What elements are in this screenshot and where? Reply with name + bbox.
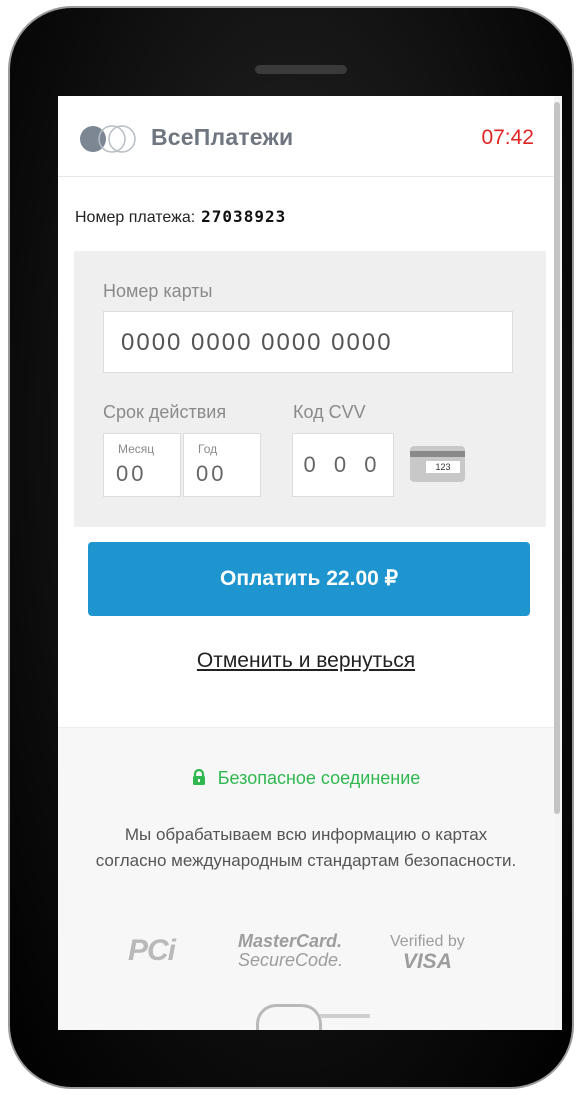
cvv-input[interactable]: 0 0 0 xyxy=(292,433,394,497)
security-footer: Безопасное соединение Мы обрабатываем вс… xyxy=(58,727,554,1030)
brand-logo-icon xyxy=(80,125,136,153)
cancel-link[interactable]: Отменить и вернуться xyxy=(58,649,554,673)
security-note-line1: Мы обрабатываем всю информацию о картах xyxy=(124,825,488,844)
mastercard-logo-line2: SecureCode. xyxy=(238,950,344,970)
lock-icon xyxy=(192,769,205,785)
payment-number-value: 27038923 xyxy=(201,207,287,226)
security-note-line2: согласно международным стандартам безопа… xyxy=(95,851,517,870)
card-number-label: Номер карты xyxy=(103,281,213,301)
phone-speaker xyxy=(255,65,347,74)
cvv-card-icon: 123 xyxy=(410,446,465,482)
brand-name: ВсеПлатежи xyxy=(151,124,294,150)
security-note: Мы обрабатываем всю информацию о картах … xyxy=(58,822,554,874)
card-form-panel: Номер карты 0000 0000 0000 0000 Срок дей… xyxy=(74,251,546,527)
expiry-month-input[interactable]: Месяц 00 xyxy=(103,433,181,497)
year-placeholder: 00 xyxy=(196,461,227,486)
mir-logo-text xyxy=(320,1014,370,1018)
scrollbar[interactable] xyxy=(554,102,560,814)
security-logos: PCi MasterCard. SecureCode. Verified by … xyxy=(58,928,554,1030)
payment-number-label: Номер платежа: xyxy=(75,209,196,226)
secure-connection-text: Безопасное соединение xyxy=(217,768,421,788)
secure-connection: Безопасное соединение xyxy=(58,768,554,789)
cvv-label: Код CVV xyxy=(293,402,366,422)
main-content: Номер платежа: 27038923 Номер карты 0000 … xyxy=(58,177,554,727)
expiry-label: Срок действия xyxy=(103,402,227,422)
year-caption: Год xyxy=(198,442,218,456)
mastercard-securecode-logo: MasterCard. SecureCode. xyxy=(238,932,343,970)
verified-by-visa-logo: Verified by VISA xyxy=(390,932,465,972)
visa-logo-line1: Verified by xyxy=(390,933,465,950)
payment-screen: ВсеПлатежи 07:42 Номер платежа: 27038923 … xyxy=(58,96,562,1030)
month-caption: Месяц xyxy=(118,442,155,456)
header: ВсеПлатежи 07:42 xyxy=(58,96,554,177)
card-number-input[interactable]: 0000 0000 0000 0000 xyxy=(103,311,513,373)
pci-logo: PCi xyxy=(128,934,176,967)
session-timer: 07:42 xyxy=(481,126,534,149)
expiry-year-input[interactable]: Год 00 xyxy=(183,433,261,497)
visa-logo-line2: VISA xyxy=(402,950,452,973)
pay-button[interactable]: Оплатить 22.00 ₽ xyxy=(88,542,530,616)
mastercard-logo-line1: MasterCard. xyxy=(238,931,343,951)
month-placeholder: 00 xyxy=(116,461,147,486)
cvv-icon-code: 123 xyxy=(426,461,460,473)
mir-logo xyxy=(256,1004,322,1030)
payment-number: Номер платежа: 27038923 xyxy=(75,207,286,227)
